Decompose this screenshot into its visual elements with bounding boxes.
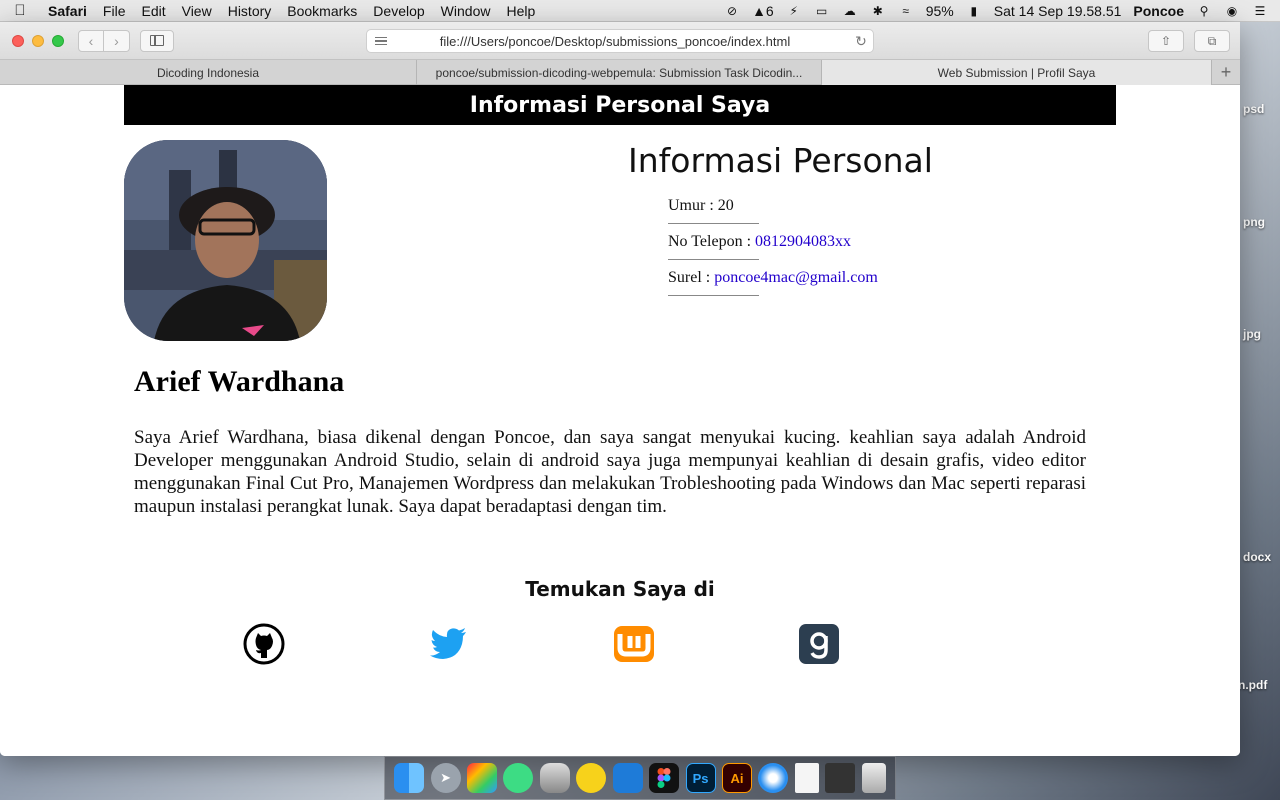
- battery-icon[interactable]: ▮: [966, 4, 982, 18]
- desktop-file-label[interactable]: jpg: [1243, 327, 1261, 341]
- phone-link[interactable]: 0812904083xx: [755, 233, 851, 250]
- age-label: Umur :: [668, 197, 718, 214]
- web-page: Informasi Personal Saya Informasi Person…: [0, 85, 1240, 756]
- tab-bar: Dicoding Indonesia poncoe/submission-dic…: [0, 60, 1240, 85]
- do-not-disturb-icon[interactable]: ⊘: [724, 4, 740, 18]
- wifi-icon[interactable]: ≈: [898, 4, 914, 18]
- new-tab-button[interactable]: +: [1212, 60, 1240, 85]
- twitter-icon: [430, 628, 466, 659]
- cloud-icon[interactable]: ☁: [842, 4, 858, 18]
- reload-icon[interactable]: ↻: [849, 33, 873, 50]
- menu-edit[interactable]: Edit: [133, 3, 173, 19]
- profile-name: Arief Wardhana: [134, 365, 345, 398]
- tabs-icon: ⧉: [1207, 33, 1217, 48]
- info-age-row: Umur : 20: [668, 197, 878, 233]
- chevron-right-icon: ›: [114, 32, 119, 49]
- airplay-icon[interactable]: ▭: [814, 4, 830, 18]
- goodreads-icon: [799, 624, 839, 664]
- info-phone-row: No Telepon : 0812904083xx: [668, 233, 878, 269]
- info-email-row: Surel : poncoe4mac@gmail.com: [668, 269, 878, 305]
- dock-database-icon[interactable]: [539, 763, 570, 793]
- dock-photoshop-icon[interactable]: Ps: [685, 763, 716, 793]
- menu-file[interactable]: File: [95, 3, 134, 19]
- menu-window[interactable]: Window: [433, 3, 499, 19]
- safari-window: ‹ › file:///Users/poncoe/Desktop/submiss…: [0, 22, 1240, 756]
- history-nav: ‹ ›: [78, 29, 130, 52]
- forward-button[interactable]: ›: [104, 29, 130, 52]
- share-icon: ⇧: [1160, 34, 1172, 48]
- dock-launchpad-icon[interactable]: ➤: [430, 763, 461, 793]
- sidebar-toggle-button[interactable]: [140, 29, 174, 52]
- wattpad-icon: [614, 626, 654, 662]
- dock: ➤ Ps Ai: [384, 756, 896, 800]
- phone-label: No Telepon :: [668, 233, 756, 250]
- dock-final-cut-pro-icon[interactable]: [467, 763, 498, 793]
- browser-toolbar: ‹ › file:///Users/poncoe/Desktop/submiss…: [0, 22, 1240, 60]
- age-value: 20: [717, 197, 734, 214]
- menu-bar:  Safari File Edit View History Bookmark…: [0, 0, 1280, 22]
- dock-vscode-icon[interactable]: [612, 763, 643, 793]
- personal-info-list: Umur : 20 No Telepon : 0812904083xx Sure…: [668, 197, 878, 305]
- tab-web-submission[interactable]: Web Submission | Profil Saya: [822, 60, 1212, 85]
- menu-help[interactable]: Help: [498, 3, 543, 19]
- tab-overview-button[interactable]: ⧉: [1194, 30, 1230, 52]
- spotlight-search-icon[interactable]: ⚲: [1196, 4, 1212, 18]
- desktop-file-label[interactable]: psd: [1243, 102, 1264, 116]
- sidebar-icon: [150, 35, 164, 46]
- email-link[interactable]: poncoe4mac@gmail.com: [714, 269, 878, 286]
- bluetooth-icon[interactable]: ✱: [870, 4, 886, 18]
- tab-github-submission[interactable]: poncoe/submission-dicoding-webpemula: Su…: [417, 60, 822, 85]
- chevron-left-icon: ‹: [88, 32, 94, 49]
- back-button[interactable]: ‹: [78, 29, 104, 52]
- dock-downloads-icon[interactable]: [825, 763, 856, 793]
- close-window-button[interactable]: [12, 34, 24, 47]
- find-me-title: Temukan Saya di: [525, 577, 715, 601]
- status-count: 6: [765, 2, 774, 19]
- notification-center-icon[interactable]: ☰: [1252, 4, 1268, 18]
- wattpad-link[interactable]: [613, 623, 655, 665]
- flash-icon[interactable]: ⚡: [786, 4, 802, 18]
- desktop-file-label[interactable]: png: [1243, 215, 1265, 229]
- info-title: Informasi Personal: [628, 141, 933, 180]
- window-controls: [0, 34, 64, 47]
- apple-menu-icon[interactable]: : [0, 2, 40, 19]
- email-label: Surel :: [668, 269, 715, 286]
- github-link[interactable]: [243, 623, 285, 665]
- user-name[interactable]: Poncoe: [1133, 3, 1184, 19]
- dock-trash-icon[interactable]: [861, 763, 886, 793]
- battery-percent[interactable]: 95%: [926, 3, 954, 19]
- twitter-link[interactable]: [428, 623, 470, 665]
- toolbar-right-actions: ⇧ ⧉: [1148, 30, 1230, 52]
- url-text[interactable]: file:///Users/poncoe/Desktop/submissions…: [395, 34, 849, 49]
- share-button[interactable]: ⇧: [1148, 30, 1184, 52]
- menu-history[interactable]: History: [220, 3, 280, 19]
- tab-dicoding[interactable]: Dicoding Indonesia: [0, 60, 417, 85]
- github-icon: [243, 623, 285, 665]
- goodreads-link[interactable]: [798, 623, 840, 665]
- dock-safari-icon[interactable]: [758, 763, 789, 793]
- profile-bio: Saya Arief Wardhana, biasa dikenal denga…: [134, 427, 1086, 517]
- minimize-window-button[interactable]: [32, 34, 44, 47]
- desktop-file-label[interactable]: n.pdf: [1238, 678, 1267, 692]
- dock-finder-icon[interactable]: [394, 763, 425, 793]
- dock-android-studio-icon[interactable]: [503, 763, 534, 793]
- status-app-icon[interactable]: ▲6: [752, 3, 774, 19]
- menu-view[interactable]: View: [174, 3, 220, 19]
- page-header: Informasi Personal Saya: [124, 85, 1116, 125]
- menu-develop[interactable]: Develop: [365, 3, 432, 19]
- dock-cyberduck-icon[interactable]: [576, 763, 607, 793]
- desktop-file-label[interactable]: docx: [1243, 550, 1271, 564]
- dock-figma-icon[interactable]: [649, 763, 680, 793]
- dock-documents-icon[interactable]: [794, 763, 819, 793]
- profile-photo: [124, 140, 327, 341]
- siri-icon[interactable]: ◉: [1224, 4, 1240, 18]
- address-bar[interactable]: file:///Users/poncoe/Desktop/submissions…: [366, 29, 874, 53]
- zoom-window-button[interactable]: [52, 34, 64, 47]
- clock[interactable]: Sat 14 Sep 19.58.51: [994, 3, 1122, 19]
- reader-view-icon[interactable]: [367, 36, 395, 46]
- dock-illustrator-icon[interactable]: Ai: [722, 763, 752, 793]
- menu-bookmarks[interactable]: Bookmarks: [279, 3, 365, 19]
- menu-app-safari[interactable]: Safari: [40, 3, 95, 19]
